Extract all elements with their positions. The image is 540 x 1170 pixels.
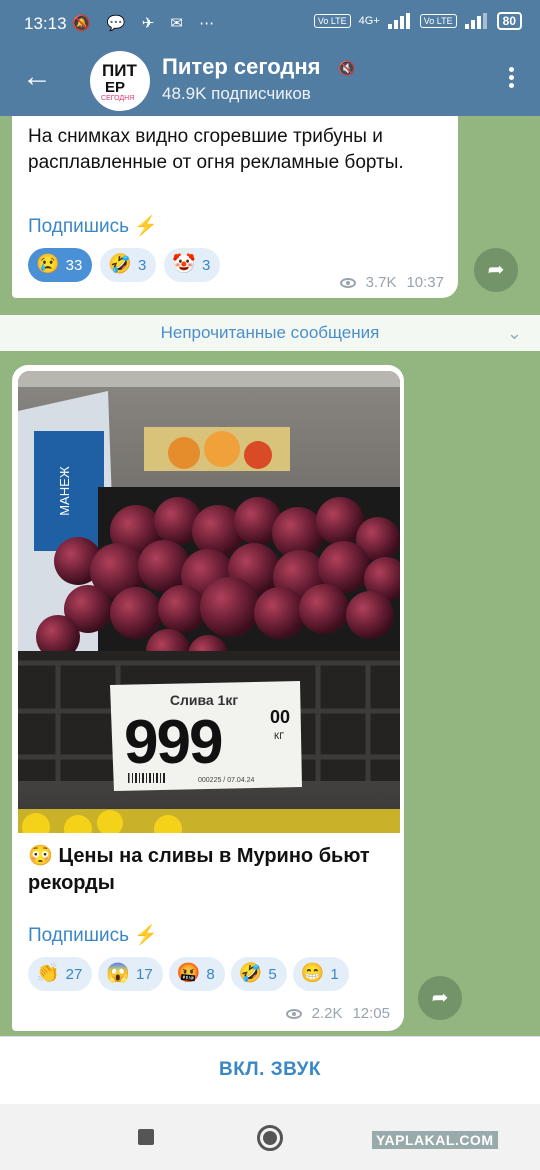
system-nav-bar: YAPLAKAL.COM <box>0 1104 540 1170</box>
reaction-crying[interactable]: 😢 33 <box>28 248 93 282</box>
crying-face-icon: 😢 <box>36 254 60 275</box>
price-tag-unit: КГ <box>274 731 284 741</box>
share-icon[interactable]: ➦ <box>418 976 462 1020</box>
reaction-rofl[interactable]: 🤣 3 <box>100 248 157 282</box>
message-text: На снимках видно сгоревшие трибуны и рас… <box>28 126 404 173</box>
channel-title[interactable]: Питер сегодня <box>162 54 320 80</box>
views-count: 3.7K <box>365 274 397 291</box>
price-tag-code: 000225 / 07.04.24 <box>198 777 255 784</box>
swearing-face-icon: 🤬 <box>176 963 201 984</box>
clapping-hands-icon: 👏 <box>36 963 60 984</box>
message-time: 10:37 <box>406 274 444 291</box>
reactions-row: 😢 33 🤣 3 🤡 3 <box>28 248 221 282</box>
message-text: 😳 Цены на сливы в Мурино бьют рекорды <box>28 845 370 894</box>
price-tag-label: Слива 1кг <box>170 692 239 708</box>
price-tag-cents: 00 <box>270 707 290 727</box>
reactions-row: 👏 27 😱 17 🤬 8 🤣 5 😁 1 <box>28 957 349 991</box>
screaming-face-icon: 😱 <box>106 963 131 984</box>
notification-icons: 🔕 💬 ✈ ✉ ⋯ <box>72 15 221 32</box>
avatar-text-1: ПИТ <box>102 61 137 80</box>
unread-divider: Непрочитанные сообщения ⌄ <box>0 315 540 351</box>
message-photo[interactable]: МАНЕЖ Слива 1кг 999 00 КГ 000225 / 07.04… <box>18 371 400 833</box>
reaction-count: 1 <box>330 965 339 983</box>
rofl-face-icon: 🤣 <box>108 254 133 275</box>
message-bubble[interactable]: На снимках видно сгоревшие трибуны и рас… <box>12 116 458 298</box>
volte-icon: Vo LTE <box>313 14 351 28</box>
home-icon[interactable] <box>257 1125 283 1151</box>
unmute-bar: ВКЛ. ЗВУК <box>0 1036 540 1104</box>
reaction-count: 3 <box>202 256 211 274</box>
message-meta: 3.7K 10:37 <box>339 274 444 291</box>
grinning-face-icon: 😁 <box>300 963 325 984</box>
recents-icon[interactable] <box>138 1129 154 1145</box>
reaction-count: 5 <box>268 965 277 983</box>
subscribe-link[interactable]: Подпишись ⚡ <box>28 923 158 947</box>
message-meta: 2.2K 12:05 <box>285 1005 390 1022</box>
clown-face-icon: 🤡 <box>172 254 197 275</box>
muted-icon: 🔇 <box>338 60 356 76</box>
back-arrow-icon[interactable]: ← <box>22 60 58 96</box>
rofl-face-icon: 🤣 <box>238 963 263 984</box>
status-right: Vo LTE 4G+ Vo LTE 80 <box>313 12 522 30</box>
status-bar: 13:13 🔕 💬 ✈ ✉ ⋯ Vo LTE 4G+ Vo LTE 80 <box>0 0 540 46</box>
reaction-clap[interactable]: 👏 27 <box>28 957 93 991</box>
channel-avatar[interactable]: ПИТ ЕР СЕГОДНЯ <box>90 51 150 111</box>
reaction-swearing[interactable]: 🤬 8 <box>168 957 225 991</box>
battery-icon: 80 <box>496 12 522 30</box>
network-label: 4G+ <box>358 15 380 27</box>
chevron-down-icon[interactable]: ⌄ <box>507 315 522 351</box>
avatar-text-3: СЕГОДНЯ <box>101 95 135 102</box>
views-eye-icon <box>339 277 356 288</box>
plums-photo: МАНЕЖ Слива 1кг 999 00 КГ 000225 / 07.04… <box>18 371 400 833</box>
unmute-button[interactable]: ВКЛ. ЗВУК <box>0 1059 540 1081</box>
subscriber-count: 48.9K подписчиков <box>162 84 311 103</box>
sign-brand: МАНЕЖ <box>57 466 72 516</box>
reaction-count: 27 <box>65 965 83 983</box>
chat-area[interactable]: На снимках видно сгоревшие трибуны и рас… <box>0 116 540 1036</box>
reaction-scream[interactable]: 😱 17 <box>98 957 163 991</box>
signal-icon-2 <box>464 13 489 29</box>
signal-icon <box>387 13 412 29</box>
reaction-count: 3 <box>138 256 147 274</box>
share-icon[interactable]: ➦ <box>474 248 518 292</box>
reaction-clown[interactable]: 🤡 3 <box>164 248 221 282</box>
unread-label: Непрочитанные сообщения <box>160 323 380 342</box>
status-time: 13:13 <box>24 14 67 33</box>
message-bubble[interactable]: МАНЕЖ Слива 1кг 999 00 КГ 000225 / 07.04… <box>12 365 404 1031</box>
price-tag-value: 999 <box>124 708 222 777</box>
reaction-count: 33 <box>65 256 83 274</box>
reaction-grin[interactable]: 😁 1 <box>292 957 349 991</box>
subscribe-link[interactable]: Подпишись ⚡ <box>28 214 158 238</box>
volte-icon-2: Vo LTE <box>419 14 457 28</box>
message-time: 12:05 <box>352 1005 390 1022</box>
views-count: 2.2K <box>311 1005 343 1022</box>
reaction-rofl[interactable]: 🤣 5 <box>230 957 287 991</box>
watermark-logo: YAPLAKAL.COM <box>372 1131 498 1149</box>
avatar-text-2: ЕР <box>105 79 126 96</box>
reaction-count: 17 <box>136 965 153 983</box>
chat-header: ← ПИТ ЕР СЕГОДНЯ Питер сегодня 🔇 48.9K п… <box>0 46 540 116</box>
reaction-count: 8 <box>206 965 215 983</box>
more-menu-icon[interactable] <box>504 64 518 100</box>
views-eye-icon <box>285 1008 302 1019</box>
